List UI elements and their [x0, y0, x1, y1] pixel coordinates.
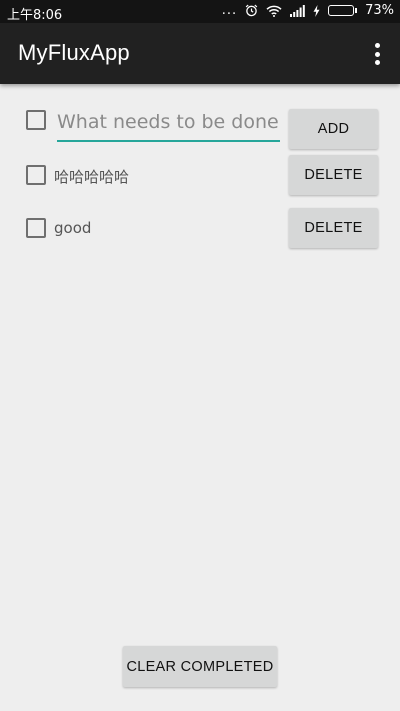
status-icons: ... 73%: [222, 3, 394, 18]
delete-button[interactable]: DELETE: [289, 155, 378, 195]
todo-checkbox[interactable]: [26, 165, 46, 185]
wifi-icon: [266, 5, 282, 17]
battery-icon: [328, 5, 358, 16]
notification-dots: ...: [221, 3, 238, 18]
app-bar: MyFluxApp: [0, 23, 400, 84]
clear-completed-button[interactable]: CLEAR COMPLETED: [123, 646, 277, 687]
battery-percent: 73%: [365, 3, 394, 18]
signal-icon: [290, 4, 305, 17]
app-title: MyFluxApp: [18, 40, 130, 65]
todo-checkbox[interactable]: [26, 218, 46, 238]
todo-label: 哈哈哈哈哈: [54, 168, 130, 186]
overflow-menu-icon[interactable]: [372, 43, 382, 65]
delete-button[interactable]: DELETE: [289, 208, 378, 248]
toggle-all-checkbox[interactable]: [26, 110, 46, 130]
alarm-icon: [245, 4, 258, 17]
status-bar: 上午8:06 ... 73%: [0, 0, 400, 23]
todo-label: good: [54, 219, 92, 237]
add-button[interactable]: ADD: [289, 109, 378, 149]
new-todo-input[interactable]: [57, 106, 280, 142]
charging-icon: [313, 4, 320, 17]
status-time: 上午8:06: [7, 8, 63, 23]
